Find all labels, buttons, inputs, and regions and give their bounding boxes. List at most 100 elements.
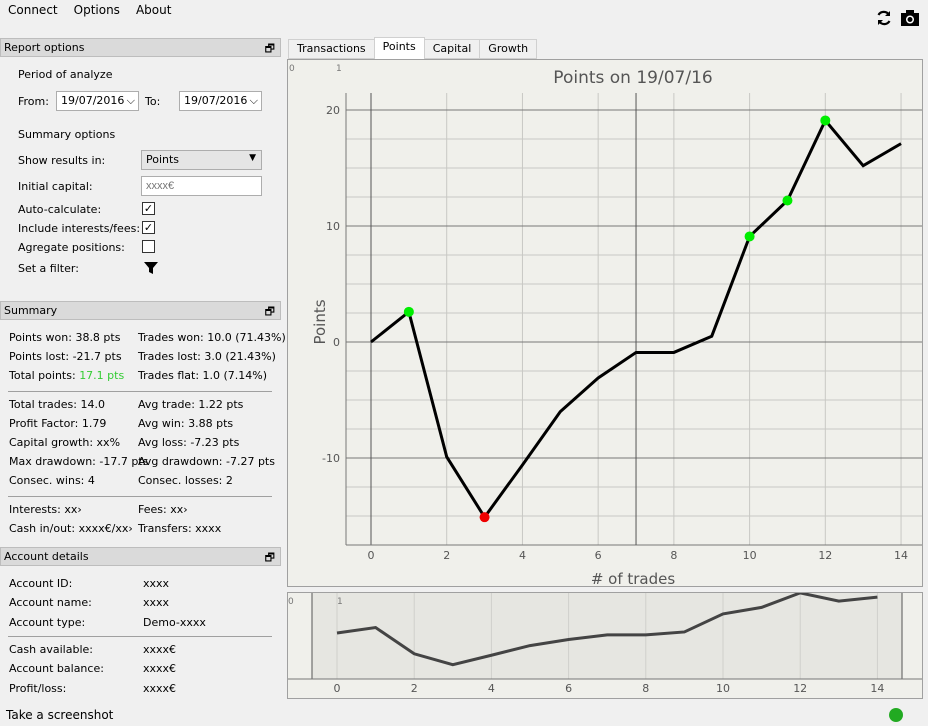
account-label: Account name:	[9, 596, 92, 610]
from-date-field[interactable]: 19/07/2016 ⌵	[56, 91, 139, 111]
menu-connect[interactable]: Connect	[0, 0, 66, 22]
filter-icon[interactable]	[143, 260, 159, 276]
x-tick-label: 4	[519, 549, 526, 562]
from-date-value: 19/07/2016	[61, 94, 125, 107]
summary-stat: Total points: 17.1 pts	[9, 369, 124, 382]
menu-about[interactable]: About	[128, 0, 179, 22]
summary-header: Summary 🗗	[0, 301, 281, 320]
account-label: Account type:	[9, 615, 86, 629]
panel-title: Summary	[4, 304, 58, 317]
auto-calc-checkbox[interactable]: ✓	[142, 202, 155, 215]
initial-capital-input[interactable]	[141, 176, 262, 196]
total-points-value: 17.1 pts	[79, 369, 125, 383]
auto-calc-label: Auto-calculate:	[18, 203, 102, 216]
status-text: Take a screenshot	[6, 708, 114, 722]
tab-growth[interactable]: Growth	[479, 39, 538, 59]
summary-stat: Avg loss: -7.23 pts	[138, 436, 240, 449]
nav-tick-label: 10	[716, 682, 730, 695]
include-fees-label: Include interests/fees:	[18, 222, 141, 235]
account-value: xxxx€	[143, 642, 177, 656]
divider	[8, 495, 272, 497]
nav-corner-label: 1	[337, 597, 343, 607]
points-chart[interactable]: 0 2 4 6 8 10 12 14 -10 0 10 20 Points on 19/07/16 # o…	[287, 59, 923, 588]
plot-area	[346, 93, 922, 545]
summary-stat: Cash in/out: xxxx€/xx›	[9, 522, 133, 535]
refresh-icon[interactable]	[874, 8, 894, 28]
include-fees-checkbox[interactable]: ✓	[142, 221, 155, 234]
summary-stat: Points won: 38.8 pts	[9, 331, 120, 344]
x-tick-label: 0	[368, 549, 375, 562]
to-date-value: 19/07/2016	[184, 94, 248, 107]
chart-title: Points on 19/07/16	[553, 68, 712, 88]
divider	[8, 390, 272, 392]
stat-label: Points won: 38.8 pts	[9, 331, 121, 344]
nav-tick-label: 2	[411, 682, 418, 695]
y-tick-label: 0	[333, 336, 340, 349]
win-marker	[403, 306, 414, 317]
to-label: To:	[145, 95, 161, 108]
nav-tick-label: 8	[642, 682, 649, 695]
account-label: Profit/loss:	[9, 681, 67, 695]
status-indicator	[889, 708, 903, 722]
summary-stat: Avg drawdown: -7.27 pts	[138, 455, 275, 469]
nav-tick-label: 14	[870, 682, 884, 695]
summary-options-label: Summary options	[18, 128, 116, 141]
camera-icon[interactable]	[900, 8, 920, 28]
menu-options[interactable]: Options	[66, 0, 128, 22]
account-label: Account balance:	[9, 662, 104, 676]
tab-capital[interactable]: Capital	[423, 39, 481, 59]
initial-capital-label: Initial capital:	[18, 180, 93, 193]
summary-stat: Total trades: 14.0	[9, 398, 105, 411]
tab-points[interactable]: Points	[373, 37, 425, 59]
y-tick-label: 20	[326, 104, 340, 117]
nav-tick-label: 12	[793, 682, 807, 695]
account-value: xxxx	[143, 596, 170, 610]
navigator-chart-svg: 0 2 4 6 8 10 12 14 0 1	[288, 591, 922, 695]
stat-label: Capital growth: xx%	[9, 436, 121, 449]
from-label: From:	[18, 95, 49, 108]
undock-icon[interactable]: 🗗	[265, 549, 275, 568]
loss-marker	[479, 512, 490, 523]
chevron-down-icon: ⌵	[249, 94, 258, 107]
chevron-down-icon: ⌵	[126, 94, 135, 107]
x-axis-label: # of trades	[591, 570, 676, 586]
show-results-select[interactable]: Points ▼	[141, 150, 262, 170]
tab-transactions[interactable]: Transactions	[288, 39, 375, 59]
navigator-chart[interactable]: 0 2 4 6 8 10 12 14 0 1	[287, 591, 923, 699]
nav-tick-label: 0	[334, 682, 341, 695]
show-results-label: Show results in:	[18, 154, 106, 167]
undock-icon[interactable]: 🗗	[265, 303, 275, 322]
summary-stat: Max drawdown: -17.7 pts	[9, 455, 148, 468]
summary-stat: Interests: xx›	[9, 503, 82, 516]
summary-stat: Transfers: xxxx	[138, 521, 222, 535]
undock-icon[interactable]: 🗗	[265, 40, 275, 59]
points-chart-svg: 0 2 4 6 8 10 12 14-1001020Points on 19/07/16# o…	[289, 64, 922, 588]
stat-label: Interests: xx›	[9, 502, 82, 516]
summary-stat: Avg trade: 1.22 pts	[138, 397, 244, 411]
period-label: Period of analyze	[18, 68, 113, 81]
summary-stat: Trades flat: 1.0 (7.14%)	[138, 369, 268, 383]
account-header: Account details 🗗	[0, 547, 281, 566]
divider	[8, 635, 272, 637]
to-date-field[interactable]: 19/07/2016 ⌵	[179, 91, 262, 111]
menu-bar: Connect Options About	[0, 0, 179, 22]
x-tick-label: 10	[743, 549, 757, 562]
summary-stat: Capital growth: xx%	[9, 436, 120, 449]
stat-label: Points lost: -21.7 pts	[9, 350, 122, 364]
summary-stat: Fees: xx›	[138, 502, 188, 516]
report-options-header: Report options 🗗	[0, 38, 281, 57]
y-tick-label: 10	[326, 220, 340, 233]
corner-label: 0	[289, 64, 295, 74]
x-tick-label: 6	[595, 549, 602, 562]
win-marker	[820, 115, 831, 126]
aggregate-checkbox[interactable]	[142, 240, 155, 253]
nav-tick-label: 4	[488, 682, 495, 695]
nav-corner-label: 0	[288, 597, 294, 607]
x-tick-label: 8	[670, 549, 677, 562]
panel-title: Report options	[4, 41, 85, 54]
summary-stat: Trades won: 10.0 (71.43%)	[138, 331, 286, 344]
summary-stat: Avg win: 3.88 pts	[138, 416, 234, 430]
stat-label: Profit Factor: 1.79	[9, 416, 107, 430]
x-tick-label: 14	[894, 549, 908, 562]
aggregate-label: Agregate positions:	[18, 241, 125, 254]
